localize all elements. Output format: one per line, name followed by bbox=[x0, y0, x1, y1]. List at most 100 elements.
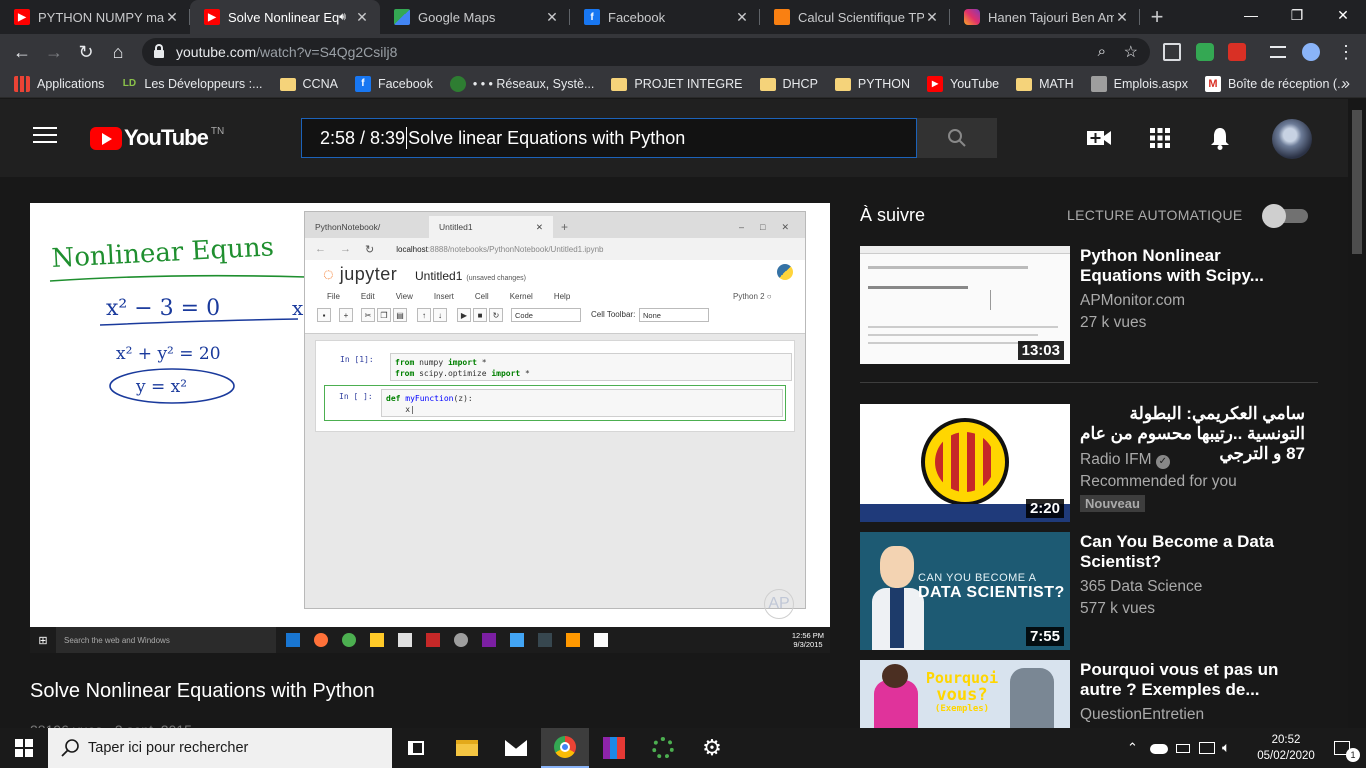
video-title[interactable]: Python Nonlinear Equations with Scipy... bbox=[1080, 246, 1305, 286]
ipython-icon bbox=[594, 633, 608, 647]
extension-icon[interactable] bbox=[1196, 43, 1214, 61]
close-icon[interactable]: ✕ bbox=[1114, 9, 1130, 26]
country-code: TN bbox=[210, 125, 225, 137]
video-title[interactable]: Can You Become a Data Scientist? bbox=[1080, 532, 1305, 572]
browser-tab[interactable]: Hanen Tajouri Ben Ama ✕ bbox=[950, 0, 1140, 34]
bookmark-youtube[interactable]: ▶ YouTube bbox=[927, 75, 999, 92]
close-window-icon[interactable]: ✕ bbox=[1320, 0, 1366, 30]
hamburger-menu-icon[interactable] bbox=[33, 127, 57, 145]
close-icon[interactable]: ✕ bbox=[924, 9, 940, 26]
forward-icon[interactable]: → bbox=[42, 40, 66, 64]
network-icon[interactable] bbox=[1199, 742, 1215, 754]
bookmark-dhcp[interactable]: DHCP bbox=[759, 76, 818, 91]
channel-name[interactable]: 365 Data Science bbox=[1080, 578, 1202, 596]
avatar[interactable] bbox=[1272, 119, 1312, 159]
bookmark-math[interactable]: MATH bbox=[1016, 76, 1074, 91]
loading-app-icon[interactable] bbox=[639, 728, 687, 768]
browser-tab[interactable]: Google Maps ✕ bbox=[380, 0, 570, 34]
start-button[interactable] bbox=[0, 728, 48, 768]
thumb-browser-bar bbox=[860, 246, 1070, 254]
autoplay-toggle-knob[interactable] bbox=[1262, 204, 1286, 228]
bookmark-ld[interactable]: LD Les Développeurs :... bbox=[121, 76, 263, 92]
extension-icon[interactable] bbox=[1163, 43, 1181, 61]
search-button[interactable] bbox=[917, 118, 997, 158]
bookmark-ccna[interactable]: CCNA bbox=[279, 76, 338, 91]
new-tab-button[interactable]: + bbox=[1140, 0, 1174, 34]
video-player[interactable]: Nonlinear Equns x² − 3 = 0 x x² + y² = 2… bbox=[30, 203, 830, 653]
bookmark-facebook[interactable]: f Facebook bbox=[354, 75, 433, 92]
file-explorer-icon[interactable] bbox=[443, 728, 491, 768]
equation-2: x² + y² = 20 bbox=[116, 344, 221, 364]
bookmark-python[interactable]: PYTHON bbox=[834, 76, 910, 91]
recommended-video[interactable]: Pourquoi vous? (Exemples) Pourquoi vous … bbox=[860, 660, 1320, 728]
restore-window-icon[interactable]: ❐ bbox=[1274, 0, 1320, 30]
chevron-up-icon[interactable]: ⌃ bbox=[1127, 740, 1138, 756]
jupyter-menu: File Edit View Insert Cell Kernel Help bbox=[327, 292, 591, 301]
video-thumbnail[interactable]: Pourquoi vous? (Exemples) bbox=[860, 660, 1070, 728]
apps-grid-icon[interactable] bbox=[1147, 126, 1173, 150]
close-icon[interactable]: ✕ bbox=[734, 9, 750, 26]
winrar-icon[interactable] bbox=[590, 728, 638, 768]
star-icon[interactable]: ☆ bbox=[1124, 42, 1138, 62]
notification-center[interactable]: 1 bbox=[1318, 728, 1366, 768]
minimize-window-icon[interactable]: — bbox=[1228, 0, 1274, 30]
chrome-taskbar-icon[interactable] bbox=[541, 728, 589, 768]
lock-icon bbox=[154, 44, 164, 58]
mail-icon[interactable] bbox=[492, 728, 540, 768]
bookmark-emplois[interactable]: Emplois.aspx bbox=[1090, 75, 1188, 92]
search-input[interactable]: 2:58 / 8:39 Solve linear Equations with … bbox=[301, 118, 917, 158]
address-bar[interactable]: youtube.com/watch?v=S4Qg2Csilj8 ⌕ ☆ bbox=[142, 38, 1150, 66]
recommended-video[interactable]: 2:20 سامي العكريمي: البطولة التونسية ..ر… bbox=[860, 404, 1320, 522]
r-icon bbox=[426, 633, 440, 647]
cell-toolbar-label: Cell Toolbar: bbox=[591, 310, 636, 319]
bookmark-applications[interactable]: Applications bbox=[14, 75, 104, 92]
video-title[interactable]: Pourquoi vous et pas un autre ? Exemples… bbox=[1080, 660, 1305, 700]
close-icon[interactable]: ✕ bbox=[544, 9, 560, 26]
battery-icon[interactable] bbox=[1176, 744, 1190, 753]
menu-dots-icon[interactable]: ⋮ bbox=[1334, 40, 1358, 64]
youtube-play-icon bbox=[90, 126, 122, 150]
verified-icon: ✓ bbox=[1155, 455, 1170, 469]
search-time-text: 2:58 / 8:39 bbox=[320, 127, 406, 148]
reload-icon[interactable]: ↻ bbox=[74, 40, 98, 64]
home-icon[interactable]: ⌂ bbox=[106, 40, 130, 64]
kernel-indicator: Python 2 ○ bbox=[733, 292, 772, 301]
speaker-icon[interactable]: 🔊︎ bbox=[339, 11, 346, 24]
pdf-extension-icon[interactable] bbox=[1228, 43, 1246, 61]
channel-name[interactable]: QuestionEntretien bbox=[1080, 706, 1204, 724]
video-thumbnail[interactable]: CAN YOU BECOME A DATA SCIENTIST? 7:55 bbox=[860, 532, 1070, 650]
video-thumbnail[interactable]: 13:03 bbox=[860, 246, 1070, 364]
settings-gear-icon[interactable]: ⚙ bbox=[688, 728, 736, 768]
browser-tab-active[interactable]: ▶ Solve Nonlinear Eq 🔊︎ ✕ bbox=[190, 0, 380, 34]
notebook-title: Untitled1 (unsaved changes) bbox=[415, 269, 526, 283]
cloud-icon[interactable] bbox=[1150, 744, 1168, 754]
scrollbar-thumb[interactable] bbox=[1352, 110, 1362, 254]
more-bookmarks-icon[interactable]: » bbox=[1342, 75, 1350, 92]
taskbar-clock[interactable]: 20:52 05/02/2020 bbox=[1256, 732, 1316, 764]
bell-icon[interactable] bbox=[1207, 126, 1233, 150]
video-thumbnail[interactable]: 2:20 bbox=[860, 404, 1070, 522]
taskbar-search-box[interactable]: Taper ici pour rechercher bbox=[48, 728, 392, 768]
site-icon bbox=[1090, 75, 1107, 92]
media-icon[interactable] bbox=[1270, 46, 1286, 58]
bookmark-reseaux[interactable]: • • • Réseaux, Systè... bbox=[449, 75, 594, 92]
browser-tab[interactable]: Calcul Scientifique TP1_ ✕ bbox=[760, 0, 950, 34]
youtube-logo[interactable]: YouTube TN bbox=[90, 125, 224, 151]
create-video-icon[interactable] bbox=[1086, 126, 1112, 150]
volume-icon[interactable]: 🔈︎ bbox=[1222, 739, 1230, 756]
profile-icon[interactable] bbox=[1302, 43, 1320, 61]
close-icon[interactable]: ✕ bbox=[164, 9, 180, 26]
channel-row[interactable]: Radio IFM ✓ bbox=[1080, 451, 1170, 469]
bookmark-gmail[interactable]: M Boîte de réception (... bbox=[1204, 75, 1348, 92]
back-icon[interactable]: ← bbox=[10, 40, 34, 64]
channel-name[interactable]: APMonitor.com bbox=[1080, 292, 1185, 310]
zoom-icon[interactable]: ⌕ bbox=[1098, 43, 1106, 60]
browser-tab[interactable]: ▶ PYTHON NUMPY mach ✕ bbox=[0, 0, 190, 34]
browser-tab[interactable]: f Facebook ✕ bbox=[570, 0, 760, 34]
recommended-video[interactable]: CAN YOU BECOME A DATA SCIENTIST? 7:55 Ca… bbox=[860, 532, 1320, 650]
recommended-video[interactable]: 13:03 Python Nonlinear Equations with Sc… bbox=[860, 246, 1320, 364]
bookmark-projet-integre[interactable]: PROJET INTEGRE bbox=[611, 76, 743, 91]
app-icon bbox=[510, 633, 524, 647]
task-view-icon[interactable] bbox=[392, 728, 440, 768]
close-icon[interactable]: ✕ bbox=[354, 9, 370, 26]
